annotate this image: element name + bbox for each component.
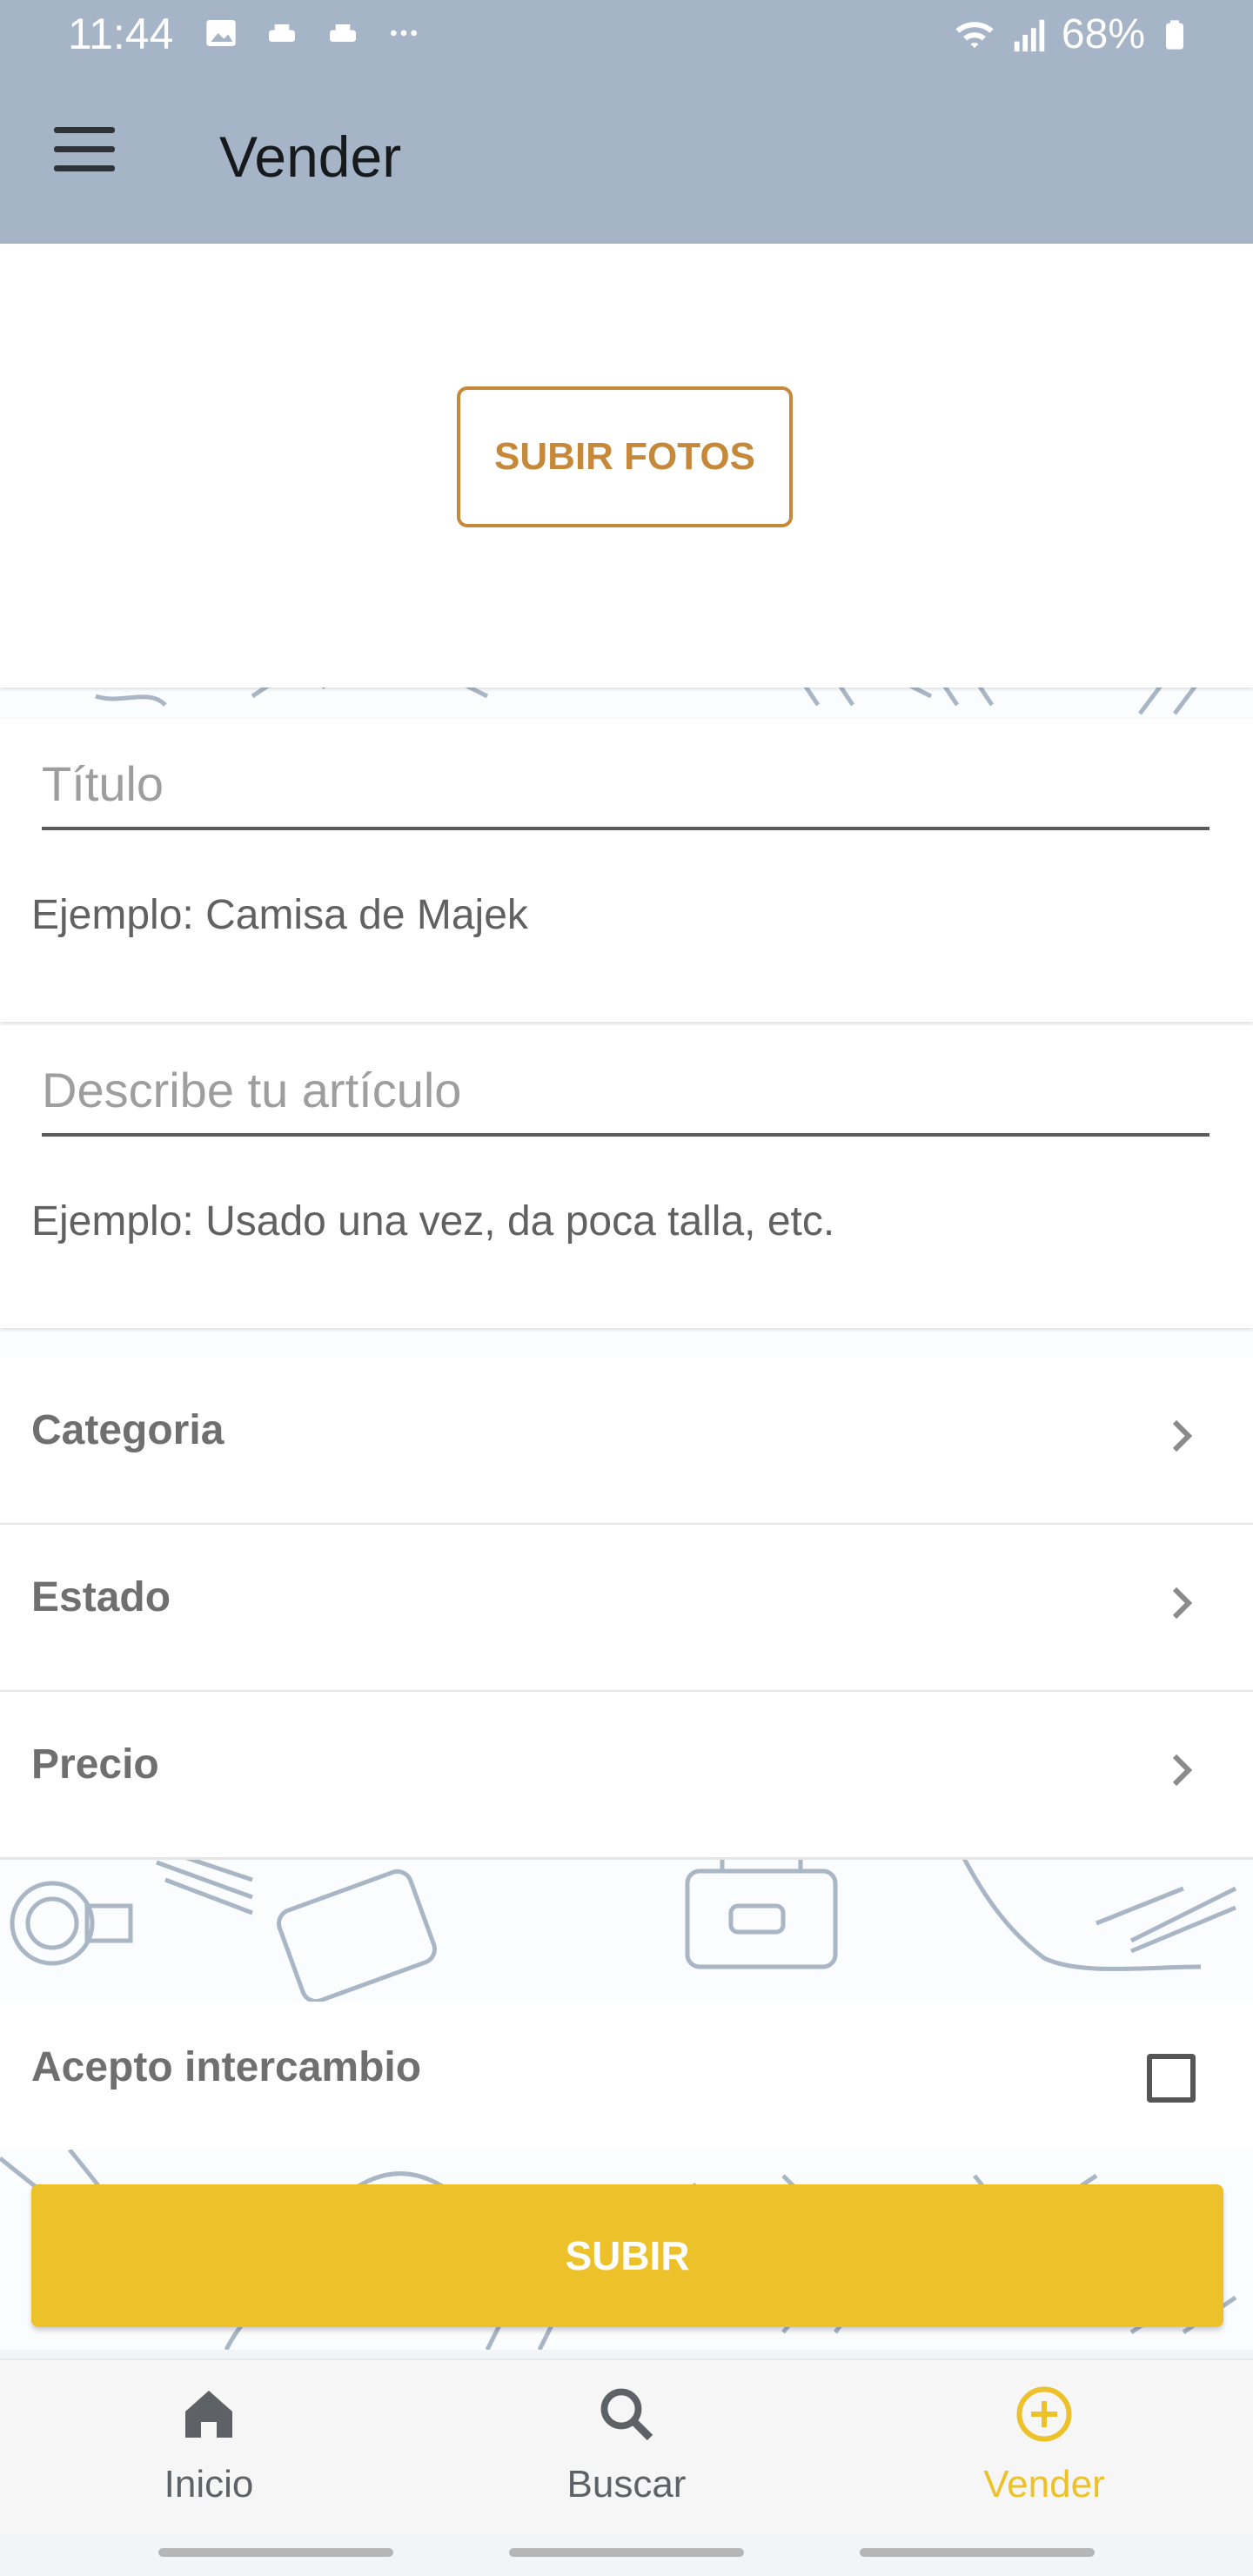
chevron-right-icon [1172, 1754, 1193, 1787]
menu-icon[interactable] [54, 127, 115, 179]
price-label: Precio [31, 1741, 159, 1788]
photo-upload-panel: SUBIR FOTOS [0, 244, 1253, 688]
swap-row: Acepto intercambio [0, 2002, 1253, 2150]
title-input[interactable]: Título [42, 755, 164, 812]
title-underline [42, 827, 1209, 830]
gesture-hint [509, 2548, 744, 2557]
battery-icon [1166, 19, 1183, 50]
description-underline [42, 1133, 1209, 1137]
plus-circle-icon [1016, 2386, 1072, 2442]
gesture-hint [860, 2548, 1095, 2557]
upload-photos-button[interactable]: SUBIR FOTOS [457, 386, 793, 527]
notification-icon [325, 16, 360, 50]
title-hint: Ejemplo: Camisa de Majek [31, 892, 528, 938]
nav-item-inicio[interactable]: Inicio [0, 2360, 418, 2534]
nav-item-vender[interactable]: Vender [835, 2360, 1253, 2534]
status-right: 68% [952, 10, 1192, 58]
page-title: Vender [219, 124, 402, 189]
nav-item-buscar[interactable]: Buscar [418, 2360, 835, 2534]
price-row[interactable]: Precio [0, 1692, 1253, 1860]
status-notifications [204, 16, 421, 50]
signal-icon [1014, 19, 1045, 51]
description-card: Describe tu artículo Ejemplo: Usado una … [0, 1025, 1253, 1328]
image-icon [204, 16, 238, 50]
chevron-right-icon [1172, 1419, 1193, 1452]
nav-label-buscar: Buscar [566, 2463, 687, 2506]
condition-row[interactable]: Estado [0, 1525, 1253, 1693]
status-bar: 11:44 68% [0, 0, 1253, 73]
category-row[interactable]: Categoria [0, 1358, 1253, 1526]
home-icon [185, 2391, 232, 2438]
wifi-icon [955, 21, 994, 48]
description-input[interactable]: Describe tu artículo [42, 1062, 461, 1118]
more-icon [386, 16, 421, 50]
chevron-right-icon [1172, 1587, 1193, 1620]
bottom-nav: Inicio Buscar Vender [0, 2358, 1253, 2534]
swap-checkbox[interactable] [1147, 2054, 1196, 2103]
condition-label: Estado [31, 1574, 171, 1620]
app-bar: Vender [0, 73, 1253, 244]
status-time: 11:44 [68, 10, 174, 58]
title-card: Título Ejemplo: Camisa de Majek [0, 719, 1253, 1022]
nav-label-inicio: Inicio [164, 2463, 254, 2506]
nav-label-vender: Vender [983, 2463, 1105, 2506]
battery-percent: 68% [1061, 11, 1145, 57]
submit-button[interactable]: SUBIR [31, 2184, 1223, 2327]
search-icon [600, 2388, 653, 2441]
swap-label: Acepto intercambio [31, 2044, 422, 2090]
category-label: Categoria [31, 1407, 224, 1453]
description-hint: Ejemplo: Usado una vez, da poca talla, e… [31, 1198, 835, 1244]
notification-icon [265, 16, 299, 50]
gesture-hint [158, 2548, 393, 2557]
